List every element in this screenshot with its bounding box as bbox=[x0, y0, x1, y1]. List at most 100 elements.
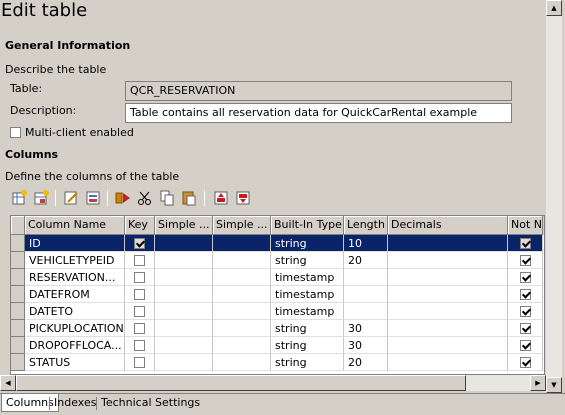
key-checkbox[interactable] bbox=[134, 237, 145, 249]
multi-client-checkbox[interactable] bbox=[10, 127, 21, 138]
not-null-cell[interactable] bbox=[508, 269, 543, 286]
row-header[interactable] bbox=[11, 320, 25, 337]
cell-length[interactable]: 20 bbox=[344, 354, 388, 371]
not-null-checkbox[interactable] bbox=[519, 339, 531, 351]
table-row[interactable]: PICKUPLOCATION string 30 bbox=[11, 320, 544, 337]
table-row[interactable]: ID string 10 bbox=[11, 235, 544, 252]
scroll-down-icon[interactable]: ▼ bbox=[546, 377, 562, 393]
row-header[interactable] bbox=[11, 235, 25, 252]
tab-technical-settings[interactable]: Technical Settings bbox=[97, 394, 204, 412]
new-column-icon[interactable] bbox=[10, 189, 28, 207]
cell-length[interactable] bbox=[344, 269, 388, 286]
table-row[interactable]: DATETO timestamp bbox=[11, 303, 544, 320]
horizontal-scroll-thumb[interactable] bbox=[16, 375, 466, 391]
column-header-simple-2[interactable]: Simple ... bbox=[213, 216, 271, 235]
copy-icon[interactable] bbox=[158, 189, 176, 207]
table-row[interactable]: DATEFROM timestamp bbox=[11, 286, 544, 303]
table-row[interactable]: STATUS string 20 bbox=[11, 354, 544, 371]
row-header[interactable] bbox=[11, 354, 25, 371]
key-checkbox[interactable] bbox=[134, 254, 145, 266]
cell-simple-2[interactable] bbox=[213, 337, 271, 354]
cell-simple-1[interactable] bbox=[155, 303, 213, 320]
cell-simple-2[interactable] bbox=[213, 235, 271, 252]
scroll-right-icon[interactable]: ▶ bbox=[530, 375, 546, 391]
not-null-cell[interactable] bbox=[508, 320, 543, 337]
edit-icon[interactable] bbox=[62, 189, 80, 207]
cell-simple-1[interactable] bbox=[155, 269, 213, 286]
column-header-length[interactable]: Length bbox=[344, 216, 388, 235]
cell-simple-1[interactable] bbox=[155, 286, 213, 303]
key-checkbox[interactable] bbox=[134, 305, 145, 317]
key-cell[interactable] bbox=[125, 337, 155, 354]
column-header-not-null[interactable]: Not N bbox=[508, 216, 543, 235]
cell-column-name[interactable]: DATEFROM bbox=[25, 286, 125, 303]
cell-length[interactable]: 10 bbox=[344, 235, 388, 252]
cell-simple-1[interactable] bbox=[155, 337, 213, 354]
not-null-checkbox[interactable] bbox=[519, 356, 531, 368]
cell-decimals[interactable] bbox=[388, 320, 508, 337]
cell-simple-1[interactable] bbox=[155, 354, 213, 371]
cell-built-in-type[interactable]: string bbox=[271, 354, 344, 371]
not-null-cell[interactable] bbox=[508, 252, 543, 269]
cell-built-in-type[interactable]: string bbox=[271, 235, 344, 252]
cell-length[interactable]: 30 bbox=[344, 320, 388, 337]
row-header[interactable] bbox=[11, 286, 25, 303]
not-null-cell[interactable] bbox=[508, 235, 543, 252]
cell-decimals[interactable] bbox=[388, 337, 508, 354]
cell-length[interactable]: 20 bbox=[344, 252, 388, 269]
cell-column-name[interactable]: STATUS bbox=[25, 354, 125, 371]
description-field[interactable]: Table contains all reservation data for … bbox=[125, 103, 512, 123]
table-name-field[interactable]: QCR_RESERVATION bbox=[125, 81, 512, 101]
cell-column-name[interactable]: RESERVATION... bbox=[25, 269, 125, 286]
row-header[interactable] bbox=[11, 252, 25, 269]
cell-built-in-type[interactable]: timestamp bbox=[271, 269, 344, 286]
cell-decimals[interactable] bbox=[388, 269, 508, 286]
row-header[interactable] bbox=[11, 337, 25, 354]
cell-column-name[interactable]: PICKUPLOCATION bbox=[25, 320, 125, 337]
cell-built-in-type[interactable]: string bbox=[271, 320, 344, 337]
key-checkbox[interactable] bbox=[134, 339, 145, 351]
not-null-checkbox[interactable] bbox=[519, 254, 531, 266]
not-null-checkbox[interactable] bbox=[519, 305, 531, 317]
cut-icon[interactable] bbox=[136, 189, 154, 207]
scroll-left-icon[interactable]: ◀ bbox=[0, 375, 16, 391]
not-null-checkbox[interactable] bbox=[519, 288, 531, 300]
key-cell[interactable] bbox=[125, 286, 155, 303]
key-checkbox[interactable] bbox=[134, 271, 145, 283]
cell-column-name[interactable]: VEHICLETYPEID bbox=[25, 252, 125, 269]
check-icon[interactable] bbox=[114, 189, 132, 207]
key-cell[interactable] bbox=[125, 320, 155, 337]
scroll-up-icon[interactable]: ▲ bbox=[546, 0, 562, 16]
key-checkbox[interactable] bbox=[134, 288, 145, 300]
key-cell[interactable] bbox=[125, 354, 155, 371]
cell-column-name[interactable]: DROPOFFLOCA... bbox=[25, 337, 125, 354]
cell-decimals[interactable] bbox=[388, 235, 508, 252]
not-null-checkbox[interactable] bbox=[519, 271, 531, 283]
not-null-cell[interactable] bbox=[508, 286, 543, 303]
cell-simple-2[interactable] bbox=[213, 320, 271, 337]
move-up-icon[interactable] bbox=[212, 189, 230, 207]
table-row[interactable]: VEHICLETYPEID string 20 bbox=[11, 252, 544, 269]
column-header-key[interactable]: Key bbox=[125, 216, 155, 235]
key-cell[interactable] bbox=[125, 235, 155, 252]
cell-length[interactable]: 30 bbox=[344, 337, 388, 354]
row-header[interactable] bbox=[11, 269, 25, 286]
cell-length[interactable] bbox=[344, 286, 388, 303]
cell-decimals[interactable] bbox=[388, 303, 508, 320]
new-column-from-template-icon[interactable] bbox=[32, 189, 50, 207]
key-cell[interactable] bbox=[125, 269, 155, 286]
move-down-icon[interactable] bbox=[234, 189, 252, 207]
tab-indexes[interactable]: Indexes bbox=[50, 394, 100, 412]
not-null-cell[interactable] bbox=[508, 354, 543, 371]
column-header-simple-1[interactable]: Simple ... bbox=[155, 216, 213, 235]
cell-built-in-type[interactable]: string bbox=[271, 252, 344, 269]
cell-column-name[interactable]: DATETO bbox=[25, 303, 125, 320]
cell-simple-2[interactable] bbox=[213, 252, 271, 269]
not-null-checkbox[interactable] bbox=[519, 237, 531, 249]
cell-simple-1[interactable] bbox=[155, 320, 213, 337]
cell-simple-2[interactable] bbox=[213, 354, 271, 371]
key-cell[interactable] bbox=[125, 252, 155, 269]
cell-column-name[interactable]: ID bbox=[25, 235, 125, 252]
cell-built-in-type[interactable]: timestamp bbox=[271, 303, 344, 320]
column-header-built-in-type[interactable]: Built-In Type bbox=[271, 216, 344, 235]
